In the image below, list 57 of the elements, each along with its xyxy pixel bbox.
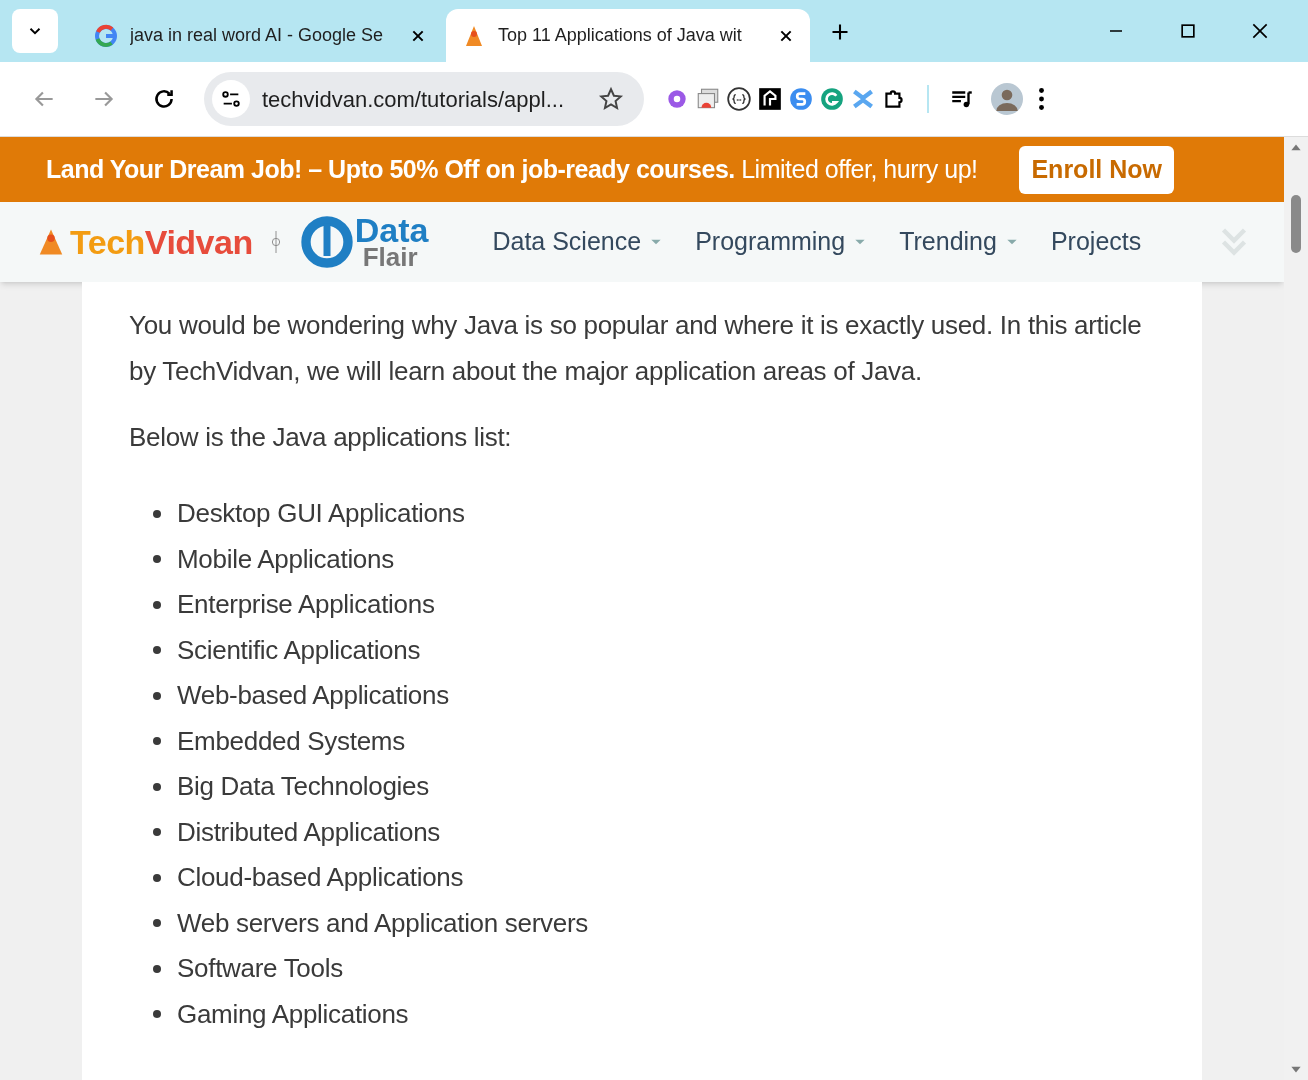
list-item: Big Data Technologies [177, 770, 429, 804]
d-logo-icon [298, 214, 355, 270]
list-item: Scientific Applications [177, 633, 421, 667]
nav-link[interactable]: Trending [899, 223, 1019, 261]
g-logo-icon [819, 86, 845, 112]
square-logo-icon [757, 86, 783, 112]
nav-link[interactable]: Programming [695, 223, 868, 261]
list-item: Distributed Applications [177, 815, 441, 849]
bullet-icon [153, 919, 161, 928]
bullet-icon [153, 509, 161, 518]
list-item: Web-based Applications [177, 679, 449, 713]
list-item: Enterprise Applications [177, 588, 435, 622]
nav-link[interactable]: Data Science [492, 223, 664, 261]
browser-tab[interactable]: java in real word AI - Google Se [78, 9, 442, 62]
intro-paragraph: You would be wondering why Java is so popular and where it is exactly used. In this article by TechVidvan, we will learn about the major application areas of Java. [129, 309, 1143, 388]
list-item: Cloud-based Applications [177, 861, 464, 895]
list-item: Desktop GUI Applications [177, 497, 465, 531]
more-vertical-icon [1039, 88, 1044, 110]
bullet-icon [153, 782, 161, 791]
sliders-icon [220, 88, 242, 110]
maximize-icon [1178, 21, 1198, 41]
bullet-icon [153, 555, 161, 564]
tab-title: Top 11 Applications of Java wit [498, 24, 743, 47]
search-engine-icon [94, 23, 118, 48]
address-bar[interactable]: techvidvan.com/tutorials/appl... [204, 72, 644, 126]
list-item: Gaming Applications [177, 997, 409, 1031]
list-item: Embedded Systems [177, 724, 405, 758]
logo-text: TechVidvan [70, 221, 253, 263]
bullet-icon [153, 828, 161, 837]
bullet-icon [153, 873, 161, 882]
nav-link[interactable]: Projects [1050, 223, 1142, 261]
banner-text: Land Your Dream Job! – Upto 50% Off on job-ready courses. Limited offer, hurry up! [46, 153, 978, 185]
list-item: Web servers and Application servers [177, 906, 588, 940]
list-item: Software Tools [177, 952, 343, 986]
bullet-icon [153, 964, 161, 973]
bullet-icon [153, 691, 161, 700]
logo-text: Flair [361, 245, 419, 269]
logo-text: Data [354, 215, 429, 245]
close-icon [1250, 21, 1270, 41]
list-item: Mobile Applications [177, 542, 394, 576]
braces-icon [726, 86, 752, 112]
tab-title: java in real word AI - Google Se [130, 24, 385, 47]
bullet-icon [153, 646, 161, 655]
bullet-icon [153, 1010, 161, 1019]
site-info-button[interactable] [212, 80, 250, 118]
bullet-icon [153, 600, 161, 609]
url-text: techvidvan.com/tutorials/appl... [262, 85, 566, 114]
minimize-icon [1107, 30, 1125, 32]
browser-tab[interactable]: Top 11 Applications of Java wit [446, 9, 810, 62]
list-heading: Below is the Java applications list: [129, 421, 513, 454]
plus-icon [830, 22, 850, 42]
scrollbar-thumb[interactable] [1291, 194, 1301, 253]
s-logo-icon [788, 86, 814, 112]
star-icon[interactable] [598, 86, 624, 112]
avatar-icon [991, 83, 1023, 115]
bullet-icon [153, 737, 161, 746]
enroll-button[interactable]: Enroll Now [1019, 145, 1174, 194]
